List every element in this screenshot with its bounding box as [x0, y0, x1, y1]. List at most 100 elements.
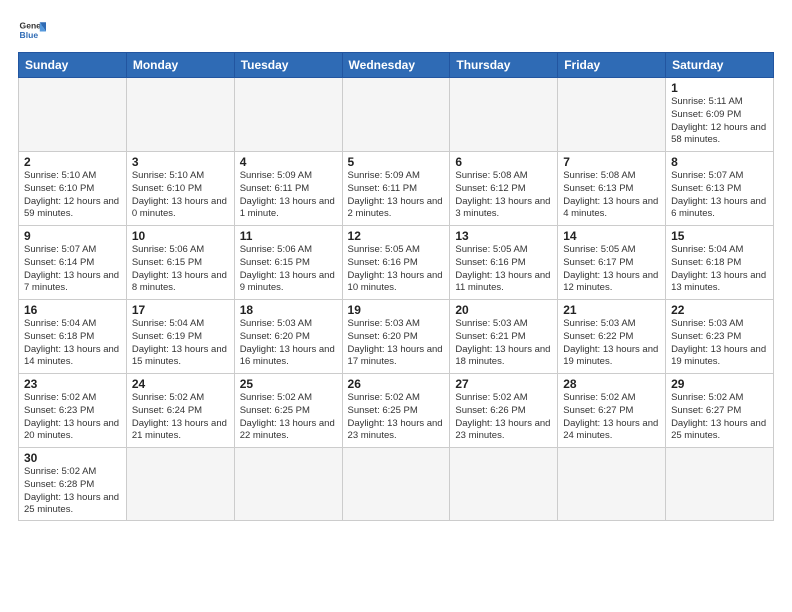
day-info: Sunrise: 5:10 AM Sunset: 6:10 PM Dayligh…	[24, 170, 121, 221]
calendar: SundayMondayTuesdayWednesdayThursdayFrid…	[18, 52, 774, 521]
day-info: Sunrise: 5:02 AM Sunset: 6:28 PM Dayligh…	[24, 466, 121, 517]
calendar-cell	[234, 78, 342, 152]
calendar-cell: 10Sunrise: 5:06 AM Sunset: 6:15 PM Dayli…	[126, 226, 234, 300]
calendar-cell	[19, 78, 127, 152]
calendar-cell: 3Sunrise: 5:10 AM Sunset: 6:10 PM Daylig…	[126, 152, 234, 226]
calendar-cell: 2Sunrise: 5:10 AM Sunset: 6:10 PM Daylig…	[19, 152, 127, 226]
day-info: Sunrise: 5:03 AM Sunset: 6:22 PM Dayligh…	[563, 318, 660, 369]
day-number: 10	[132, 229, 229, 243]
day-number: 8	[671, 155, 768, 169]
day-number: 18	[240, 303, 337, 317]
day-number: 16	[24, 303, 121, 317]
calendar-cell	[558, 448, 666, 521]
day-number: 20	[455, 303, 552, 317]
calendar-cell: 9Sunrise: 5:07 AM Sunset: 6:14 PM Daylig…	[19, 226, 127, 300]
day-info: Sunrise: 5:11 AM Sunset: 6:09 PM Dayligh…	[671, 96, 768, 147]
calendar-cell	[558, 78, 666, 152]
day-info: Sunrise: 5:08 AM Sunset: 6:13 PM Dayligh…	[563, 170, 660, 221]
day-number: 26	[348, 377, 445, 391]
calendar-cell: 20Sunrise: 5:03 AM Sunset: 6:21 PM Dayli…	[450, 300, 558, 374]
day-number: 11	[240, 229, 337, 243]
day-number: 19	[348, 303, 445, 317]
day-info: Sunrise: 5:03 AM Sunset: 6:20 PM Dayligh…	[348, 318, 445, 369]
day-info: Sunrise: 5:06 AM Sunset: 6:15 PM Dayligh…	[240, 244, 337, 295]
calendar-cell	[666, 448, 774, 521]
calendar-cell: 13Sunrise: 5:05 AM Sunset: 6:16 PM Dayli…	[450, 226, 558, 300]
weekday-header-sunday: Sunday	[19, 53, 127, 78]
week-row-3: 9Sunrise: 5:07 AM Sunset: 6:14 PM Daylig…	[19, 226, 774, 300]
week-row-2: 2Sunrise: 5:10 AM Sunset: 6:10 PM Daylig…	[19, 152, 774, 226]
day-number: 9	[24, 229, 121, 243]
calendar-cell: 17Sunrise: 5:04 AM Sunset: 6:19 PM Dayli…	[126, 300, 234, 374]
logo: General Blue	[18, 16, 46, 44]
weekday-header-monday: Monday	[126, 53, 234, 78]
day-number: 15	[671, 229, 768, 243]
day-info: Sunrise: 5:02 AM Sunset: 6:25 PM Dayligh…	[348, 392, 445, 443]
day-number: 7	[563, 155, 660, 169]
calendar-cell: 27Sunrise: 5:02 AM Sunset: 6:26 PM Dayli…	[450, 374, 558, 448]
day-info: Sunrise: 5:04 AM Sunset: 6:19 PM Dayligh…	[132, 318, 229, 369]
calendar-cell: 12Sunrise: 5:05 AM Sunset: 6:16 PM Dayli…	[342, 226, 450, 300]
weekday-header-tuesday: Tuesday	[234, 53, 342, 78]
day-info: Sunrise: 5:05 AM Sunset: 6:16 PM Dayligh…	[348, 244, 445, 295]
calendar-cell: 24Sunrise: 5:02 AM Sunset: 6:24 PM Dayli…	[126, 374, 234, 448]
calendar-cell: 16Sunrise: 5:04 AM Sunset: 6:18 PM Dayli…	[19, 300, 127, 374]
day-info: Sunrise: 5:05 AM Sunset: 6:17 PM Dayligh…	[563, 244, 660, 295]
day-info: Sunrise: 5:02 AM Sunset: 6:24 PM Dayligh…	[132, 392, 229, 443]
day-info: Sunrise: 5:04 AM Sunset: 6:18 PM Dayligh…	[24, 318, 121, 369]
week-row-5: 23Sunrise: 5:02 AM Sunset: 6:23 PM Dayli…	[19, 374, 774, 448]
calendar-cell: 21Sunrise: 5:03 AM Sunset: 6:22 PM Dayli…	[558, 300, 666, 374]
calendar-cell: 14Sunrise: 5:05 AM Sunset: 6:17 PM Dayli…	[558, 226, 666, 300]
calendar-cell: 18Sunrise: 5:03 AM Sunset: 6:20 PM Dayli…	[234, 300, 342, 374]
day-info: Sunrise: 5:02 AM Sunset: 6:27 PM Dayligh…	[563, 392, 660, 443]
calendar-cell: 19Sunrise: 5:03 AM Sunset: 6:20 PM Dayli…	[342, 300, 450, 374]
day-info: Sunrise: 5:07 AM Sunset: 6:13 PM Dayligh…	[671, 170, 768, 221]
day-info: Sunrise: 5:02 AM Sunset: 6:27 PM Dayligh…	[671, 392, 768, 443]
day-number: 1	[671, 81, 768, 95]
day-info: Sunrise: 5:04 AM Sunset: 6:18 PM Dayligh…	[671, 244, 768, 295]
calendar-cell: 30Sunrise: 5:02 AM Sunset: 6:28 PM Dayli…	[19, 448, 127, 521]
day-info: Sunrise: 5:09 AM Sunset: 6:11 PM Dayligh…	[240, 170, 337, 221]
weekday-header-friday: Friday	[558, 53, 666, 78]
day-number: 12	[348, 229, 445, 243]
header: General Blue	[18, 16, 774, 44]
day-number: 3	[132, 155, 229, 169]
day-number: 29	[671, 377, 768, 391]
day-number: 24	[132, 377, 229, 391]
calendar-cell: 25Sunrise: 5:02 AM Sunset: 6:25 PM Dayli…	[234, 374, 342, 448]
day-info: Sunrise: 5:05 AM Sunset: 6:16 PM Dayligh…	[455, 244, 552, 295]
weekday-header-row: SundayMondayTuesdayWednesdayThursdayFrid…	[19, 53, 774, 78]
calendar-cell: 6Sunrise: 5:08 AM Sunset: 6:12 PM Daylig…	[450, 152, 558, 226]
day-number: 6	[455, 155, 552, 169]
calendar-cell: 26Sunrise: 5:02 AM Sunset: 6:25 PM Dayli…	[342, 374, 450, 448]
calendar-cell: 4Sunrise: 5:09 AM Sunset: 6:11 PM Daylig…	[234, 152, 342, 226]
day-number: 27	[455, 377, 552, 391]
weekday-header-saturday: Saturday	[666, 53, 774, 78]
day-info: Sunrise: 5:03 AM Sunset: 6:20 PM Dayligh…	[240, 318, 337, 369]
day-number: 23	[24, 377, 121, 391]
calendar-cell: 5Sunrise: 5:09 AM Sunset: 6:11 PM Daylig…	[342, 152, 450, 226]
day-info: Sunrise: 5:09 AM Sunset: 6:11 PM Dayligh…	[348, 170, 445, 221]
day-info: Sunrise: 5:03 AM Sunset: 6:23 PM Dayligh…	[671, 318, 768, 369]
logo-icon: General Blue	[18, 16, 46, 44]
calendar-cell	[126, 448, 234, 521]
day-info: Sunrise: 5:02 AM Sunset: 6:26 PM Dayligh…	[455, 392, 552, 443]
calendar-cell: 22Sunrise: 5:03 AM Sunset: 6:23 PM Dayli…	[666, 300, 774, 374]
day-number: 21	[563, 303, 660, 317]
day-number: 5	[348, 155, 445, 169]
calendar-cell	[450, 78, 558, 152]
calendar-cell	[126, 78, 234, 152]
calendar-cell: 8Sunrise: 5:07 AM Sunset: 6:13 PM Daylig…	[666, 152, 774, 226]
week-row-1: 1Sunrise: 5:11 AM Sunset: 6:09 PM Daylig…	[19, 78, 774, 152]
day-info: Sunrise: 5:06 AM Sunset: 6:15 PM Dayligh…	[132, 244, 229, 295]
calendar-cell	[234, 448, 342, 521]
calendar-cell: 29Sunrise: 5:02 AM Sunset: 6:27 PM Dayli…	[666, 374, 774, 448]
weekday-header-wednesday: Wednesday	[342, 53, 450, 78]
calendar-cell	[450, 448, 558, 521]
day-number: 2	[24, 155, 121, 169]
calendar-cell	[342, 78, 450, 152]
day-info: Sunrise: 5:02 AM Sunset: 6:23 PM Dayligh…	[24, 392, 121, 443]
day-number: 22	[671, 303, 768, 317]
day-number: 4	[240, 155, 337, 169]
day-number: 25	[240, 377, 337, 391]
